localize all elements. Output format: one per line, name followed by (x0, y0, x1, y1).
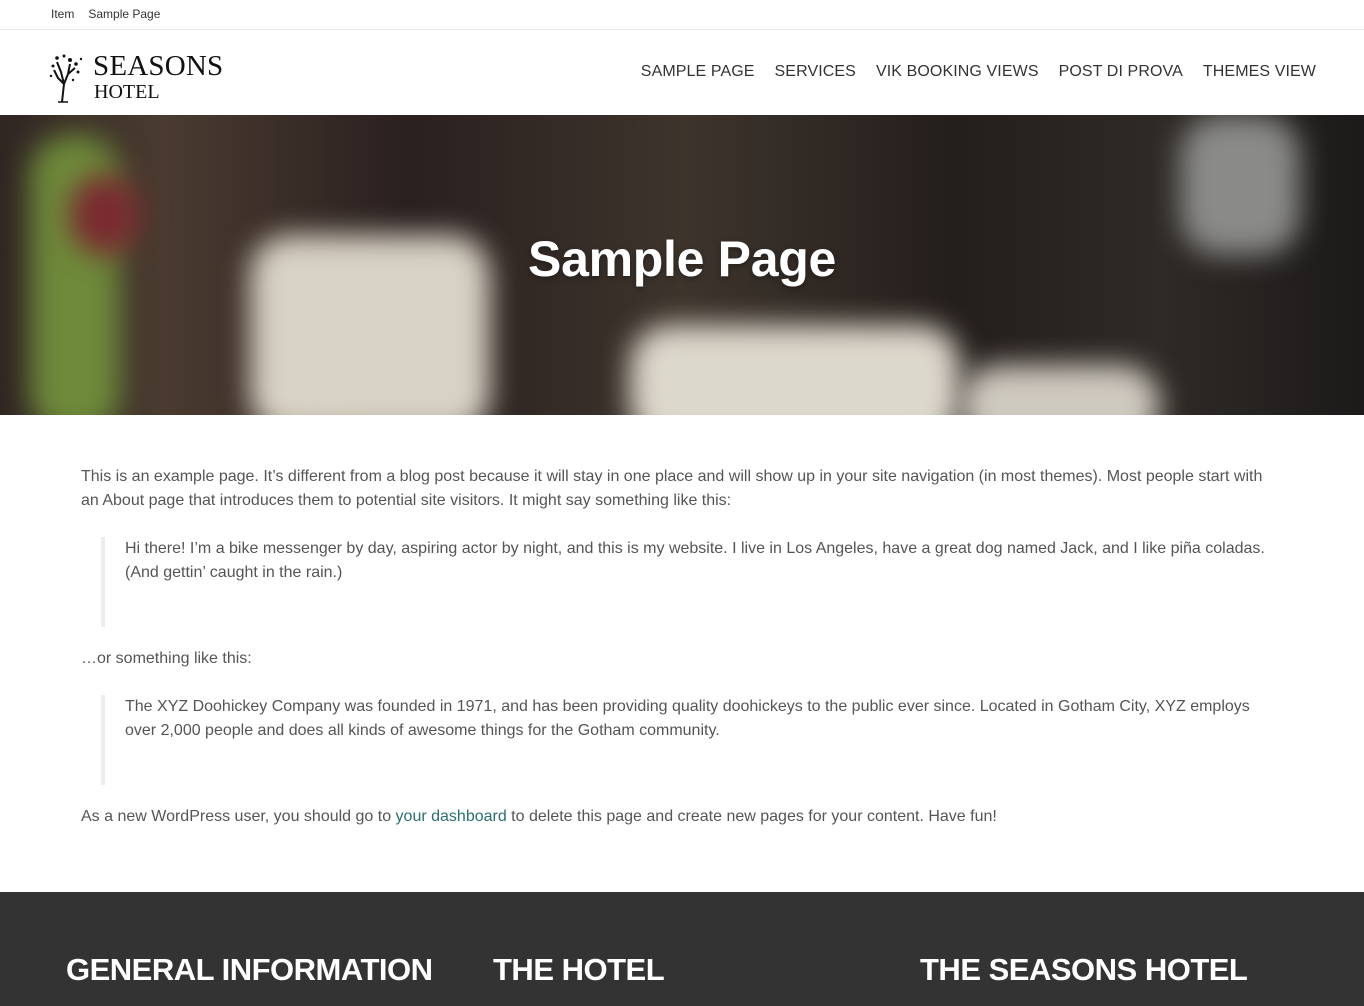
middle-paragraph: …or something like this: (81, 650, 252, 667)
quote-text: The XYZ Doohickey Company was founded in… (125, 698, 1250, 739)
tree-icon (49, 54, 83, 103)
top-bar: Item Sample Page (0, 0, 1364, 30)
dashboard-link[interactable]: your dashboard (396, 808, 507, 825)
site-footer: GENERAL INFORMATION THE HOTEL THE SEASON… (0, 892, 1364, 1006)
site-logo[interactable]: SEASONS HOTEL (48, 50, 238, 104)
nav-themes-view[interactable]: THEMES VIEW (1203, 63, 1316, 81)
breadcrumb-item[interactable]: Item (51, 7, 74, 21)
breadcrumb-current[interactable]: Sample Page (88, 7, 160, 21)
site-header: SEASONS HOTEL SAMPLE PAGE SERVICES VIK B… (0, 30, 1364, 115)
hero-banner: Sample Page (0, 115, 1364, 415)
page-title: Sample Page (528, 231, 836, 287)
outro-paragraph: As a new WordPress user, you should go t… (81, 805, 997, 829)
nav-services[interactable]: SERVICES (775, 63, 856, 81)
logo-text-seasons: SEASONS (93, 50, 224, 82)
nav-post-di-prova[interactable]: POST DI PROVA (1059, 63, 1183, 81)
outro-text: to delete this page and create new pages… (506, 808, 997, 825)
hero-image-label (960, 365, 1160, 415)
outro-text: As a new WordPress user, you should go t… (81, 808, 396, 825)
intro-paragraph: This is an example page. It’s different … (81, 468, 1263, 509)
main-nav: SAMPLE PAGE SERVICES VIK BOOKING VIEWS P… (641, 63, 1316, 81)
footer-heading-the-hotel: THE HOTEL (493, 952, 665, 987)
quote-text: Hi there! I’m a bike messenger by day, a… (125, 540, 1265, 581)
footer-heading-general-information: GENERAL INFORMATION (66, 952, 433, 987)
nav-sample-page[interactable]: SAMPLE PAGE (641, 63, 755, 81)
nav-vik-booking-views[interactable]: VIK BOOKING VIEWS (876, 63, 1039, 81)
hero-image-label (630, 325, 960, 415)
blockquote-2: The XYZ Doohickey Company was founded in… (101, 695, 1281, 785)
footer-heading-the-seasons-hotel: THE SEASONS HOTEL (920, 952, 1248, 987)
breadcrumb: Item Sample Page (51, 7, 160, 21)
logo-text-hotel: HOTEL (94, 81, 160, 103)
blockquote-1: Hi there! I’m a bike messenger by day, a… (101, 537, 1281, 627)
